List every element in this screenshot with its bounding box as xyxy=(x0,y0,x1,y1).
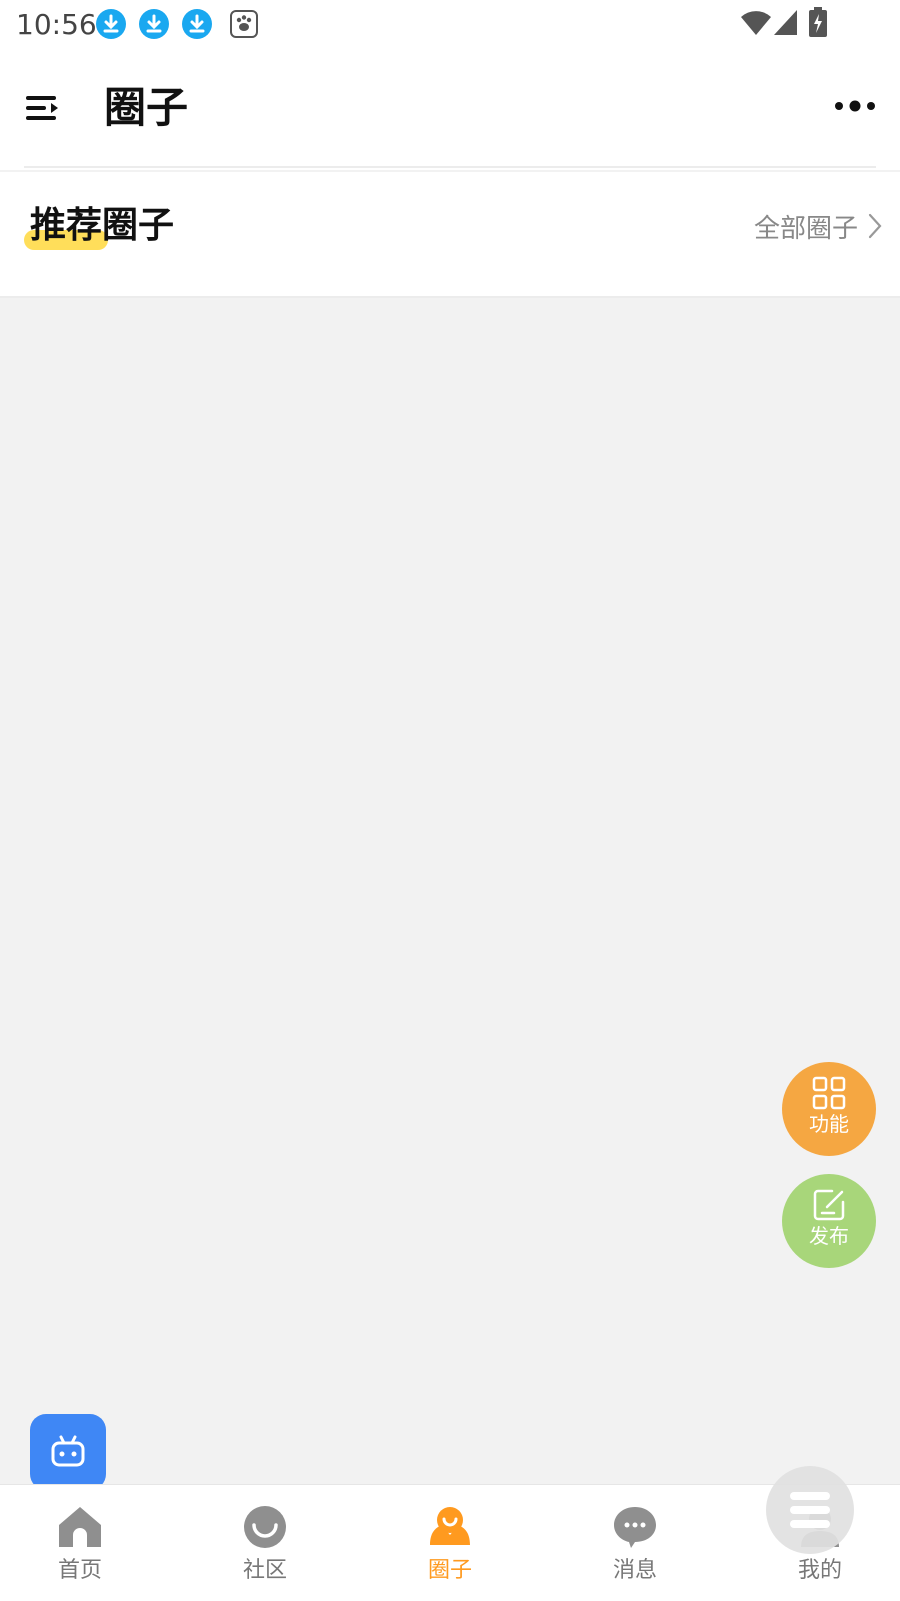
wifi-icon xyxy=(740,8,772,40)
nav-item-community[interactable]: 社区 xyxy=(205,1485,325,1601)
publish-button[interactable]: 发布 xyxy=(782,1174,876,1268)
nav-label-circles: 圈子 xyxy=(427,1558,472,1583)
baidu-paw-icon xyxy=(230,10,258,38)
publish-label: 发布 xyxy=(809,1224,849,1248)
nav-item-home[interactable]: 首页 xyxy=(20,1485,140,1601)
nav-label-mine: 我的 xyxy=(797,1558,842,1583)
bot-icon xyxy=(30,1434,106,1468)
function-button[interactable]: 功能 xyxy=(782,1062,876,1156)
recommended-circles-section: 推荐圈子 全部圈子 xyxy=(0,172,900,298)
download-icon xyxy=(96,9,126,39)
nav-label-home: 首页 xyxy=(57,1558,102,1583)
circles-icon xyxy=(390,1505,510,1549)
battery-charging-icon xyxy=(808,6,828,42)
signal-icon xyxy=(772,8,798,40)
more-icon[interactable] xyxy=(834,96,876,116)
chevron-right-icon xyxy=(868,213,882,239)
nav-label-community: 社区 xyxy=(242,1558,287,1583)
all-circles-link[interactable]: 全部圈子 xyxy=(754,208,882,244)
edit-icon xyxy=(782,1188,876,1222)
floating-menu-button[interactable] xyxy=(766,1466,854,1554)
home-icon xyxy=(20,1505,140,1549)
status-bar: 10:56 xyxy=(0,0,900,52)
download-icon xyxy=(139,9,169,39)
bot-button[interactable] xyxy=(30,1414,106,1490)
all-circles-label: 全部圈子 xyxy=(753,213,858,244)
list-menu-icon xyxy=(766,1490,854,1530)
section-title: 推荐圈子 xyxy=(30,205,175,246)
status-time: 10:56 xyxy=(16,8,97,41)
grid-icon xyxy=(782,1076,876,1110)
function-label: 功能 xyxy=(809,1112,849,1136)
bottom-nav: 首页 社区 圈子 消息 我的 xyxy=(0,1484,900,1601)
menu-icon[interactable] xyxy=(26,94,60,122)
app-header: 圈子 xyxy=(0,52,900,170)
download-icon xyxy=(182,9,212,39)
message-icon xyxy=(575,1505,695,1549)
community-icon xyxy=(205,1505,325,1549)
page-title: 圈子 xyxy=(104,83,189,132)
nav-item-messages[interactable]: 消息 xyxy=(575,1485,695,1601)
header-divider xyxy=(24,166,876,168)
nav-item-circles[interactable]: 圈子 xyxy=(390,1485,510,1601)
nav-label-messages: 消息 xyxy=(612,1558,657,1583)
